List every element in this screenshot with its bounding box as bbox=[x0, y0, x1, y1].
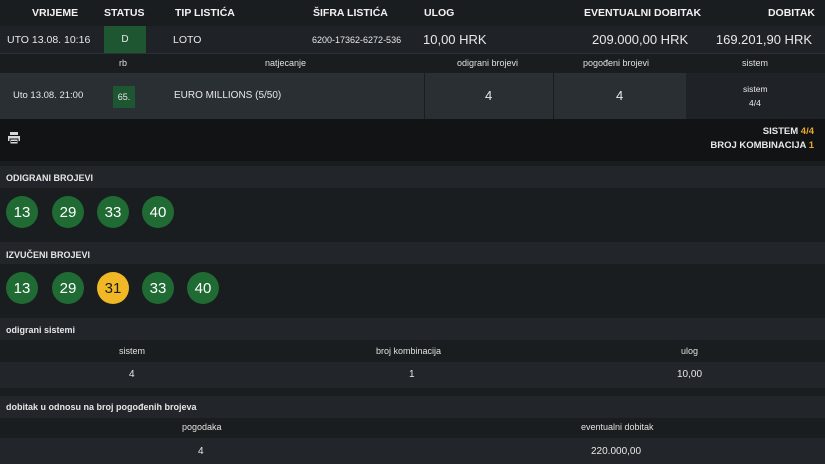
col-pogodeni: pogođeni brojevi bbox=[583, 58, 650, 68]
summary-system-value: 4/4 bbox=[800, 126, 814, 137]
summary-combinations-value: 1 bbox=[808, 140, 814, 151]
played-ball: 33 bbox=[97, 196, 129, 228]
ticket-time: UTO 13.08. 10:16 bbox=[7, 34, 91, 46]
drawn-ball: 40 bbox=[187, 272, 219, 304]
systems-row: 4 1 10,00 bbox=[0, 362, 825, 388]
ticket-stake: 10,00 HRK bbox=[423, 32, 487, 47]
winnings-row: 4 220.000,00 bbox=[0, 438, 825, 464]
col-sifra: ŠIFRA LISTIĆA bbox=[313, 7, 388, 19]
ticket-table-header: VRIJEME STATUS TIP LISTIĆA ŠIFRA LISTIĆA… bbox=[0, 0, 825, 26]
systems-ulog: 10,00 bbox=[677, 369, 703, 380]
event-competition: EURO MILLIONS (5/50) bbox=[174, 90, 282, 101]
status-badge: D bbox=[104, 26, 146, 53]
event-system-cell: sistem 4/4 bbox=[686, 73, 825, 119]
summary-combinations: BROJ KOMBINACIJA 1 bbox=[710, 140, 814, 151]
event-row[interactable]: Uto 13.08. 21:00 65. EURO MILLIONS (5/50… bbox=[0, 73, 825, 119]
systems-sistem: 4 bbox=[129, 369, 135, 380]
col-natjecanje: natjecanje bbox=[265, 58, 307, 68]
winnings-col-eventualni: eventualni dobitak bbox=[581, 422, 654, 432]
played-numbers: 13 29 33 40 bbox=[0, 188, 825, 236]
event-table-header: rb natjecanje odigrani brojevi pogođeni … bbox=[0, 53, 825, 74]
played-ball: 40 bbox=[142, 196, 174, 228]
col-ulog: ULOG bbox=[424, 7, 455, 19]
event-number: 65. bbox=[117, 92, 131, 102]
ticket-potential-win: 209.000,00 HRK bbox=[592, 32, 689, 47]
ticket-type: LOTO bbox=[173, 34, 202, 46]
systems-col-ulog: ulog bbox=[681, 346, 699, 356]
drawn-ball-hit: 31 bbox=[97, 272, 129, 304]
col-status: STATUS bbox=[104, 7, 145, 19]
played-ball: 29 bbox=[52, 196, 84, 228]
winnings-col-pogodaka: pogodaka bbox=[182, 422, 222, 432]
event-number-badge: 65. bbox=[113, 86, 135, 108]
status-text: D bbox=[121, 34, 129, 45]
summary-combinations-label: BROJ KOMBINACIJA bbox=[710, 140, 807, 151]
event-hit-count: 4 bbox=[616, 88, 624, 103]
col-eventualni: EVENTUALNI DOBITAK bbox=[584, 7, 702, 19]
ticket-row[interactable]: UTO 13.08. 10:16 D LOTO 6200-17362-6272-… bbox=[0, 26, 825, 53]
event-system-label: sistem bbox=[743, 84, 768, 94]
winnings-header: pogodaka eventualni dobitak bbox=[0, 418, 825, 438]
played-ball: 13 bbox=[6, 196, 38, 228]
winnings-pogodaka: 4 bbox=[198, 446, 204, 457]
drawn-numbers: 13 29 31 33 40 bbox=[0, 264, 825, 312]
ticket-win: 169.201,90 HRK bbox=[715, 32, 812, 47]
printer-icon[interactable] bbox=[7, 131, 21, 145]
col-odigrani: odigrani brojevi bbox=[457, 58, 519, 68]
event-system-value: 4/4 bbox=[749, 98, 761, 108]
col-dobitak: DOBITAK bbox=[767, 7, 815, 19]
drawn-numbers-title-bar: IZVUČENI BROJEVI bbox=[0, 242, 825, 264]
ticket-code: 6200-17362-6272-536 bbox=[312, 35, 402, 45]
winnings-title-bar: dobitak u odnosu na broj pogođenih broje… bbox=[0, 396, 825, 418]
ticket-summary: SISTEM 4/4 BROJ KOMBINACIJA 1 bbox=[0, 119, 825, 161]
systems-col-kombinacija: broj kombinacija bbox=[376, 346, 442, 356]
col-sistem: sistem bbox=[742, 58, 769, 68]
systems-title: odigrani sistemi bbox=[6, 325, 76, 335]
col-tip: TIP LISTIĆA bbox=[175, 7, 235, 19]
event-time: Uto 13.08. 21:00 bbox=[13, 90, 84, 101]
summary-system: SISTEM 4/4 bbox=[763, 126, 814, 137]
col-rb: rb bbox=[119, 58, 128, 68]
drawn-numbers-title: IZVUČENI BROJEVI bbox=[6, 250, 91, 260]
drawn-ball: 33 bbox=[142, 272, 174, 304]
winnings-eventualni: 220.000,00 bbox=[591, 446, 642, 457]
drawn-ball: 29 bbox=[52, 272, 84, 304]
systems-kombinacija: 1 bbox=[409, 369, 415, 380]
systems-title-bar: odigrani sistemi bbox=[0, 318, 825, 340]
col-vrijeme: VRIJEME bbox=[32, 7, 79, 19]
systems-col-sistem: sistem bbox=[119, 346, 146, 356]
winnings-title: dobitak u odnosu na broj pogođenih broje… bbox=[6, 402, 197, 412]
drawn-ball: 13 bbox=[6, 272, 38, 304]
played-numbers-title: ODIGRANI BROJEVI bbox=[6, 173, 94, 183]
event-played-count: 4 bbox=[485, 88, 493, 103]
summary-system-label: SISTEM bbox=[762, 126, 799, 137]
played-numbers-title-bar: ODIGRANI BROJEVI bbox=[0, 166, 825, 188]
systems-header: sistem broj kombinacija ulog bbox=[0, 340, 825, 362]
